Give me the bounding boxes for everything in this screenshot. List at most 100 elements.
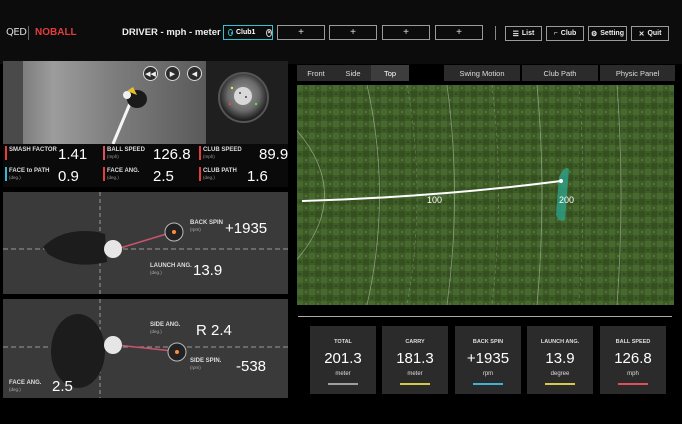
ball-speed-value: 126.8: [153, 146, 191, 163]
back-spin-label: BACK SPIN (rpm): [190, 220, 223, 233]
logo-divider: [28, 26, 29, 40]
club-path-label-text: CLUB PATH: [203, 168, 237, 174]
card-value: +1935: [466, 350, 510, 367]
golf-field-diagram: 100 200: [297, 85, 674, 305]
ball-speed-label-text: BALL SPEED: [107, 147, 145, 153]
mode-label: NOBALL: [35, 27, 77, 38]
card-title: BALL SPEED: [615, 339, 651, 345]
side-spin-label-text: SIDE SPIN.: [190, 358, 222, 364]
summary-card-carry: CARRY 181.3 meter: [382, 326, 448, 394]
top-face-ang-label: FACE ANG. (deg.): [9, 380, 41, 393]
side-spin-value: -538: [236, 358, 267, 375]
close-icon[interactable]: ×: [266, 28, 272, 37]
summary-card-launch-ang: LAUNCH ANG. 13.9 degree: [527, 326, 593, 394]
impact-camera-view: ◀◀ ▶ ◀: [3, 61, 206, 144]
club-button[interactable]: ⌐ Club: [546, 26, 584, 41]
smash-factor-label: SMASH FACTOR: [9, 147, 57, 153]
card-unit: mph: [627, 371, 639, 377]
face-to-path-label: FACE to PATH (deg.): [9, 168, 49, 181]
card-unit: rpm: [482, 371, 494, 377]
add-tab-button-1[interactable]: +: [277, 25, 325, 40]
top-bar: QED NOBALL DRIVER - mph - meter Club1 × …: [0, 0, 682, 64]
marker-200: 200: [559, 195, 574, 205]
launch-ang-value: 13.9: [193, 262, 223, 279]
card-underline: [400, 383, 430, 385]
card-underline: [618, 383, 648, 385]
card-value: 201.3: [324, 350, 362, 367]
launch-ang-label: LAUNCH ANG. (deg.): [150, 263, 192, 276]
ball-speed-unit: (mph): [107, 153, 119, 159]
trajectory-field-view: 100 200: [297, 85, 674, 305]
tab-physic-panel[interactable]: Physic Panel: [600, 65, 675, 81]
gear-icon: ⚙: [590, 30, 598, 38]
side-ang-label: SIDE ANG. (deg.): [150, 322, 180, 335]
summary-card-ball-speed: BALL SPEED 126.8 mph: [600, 326, 666, 394]
tab-side[interactable]: Side: [335, 65, 371, 81]
setting-button[interactable]: ⚙ Setting: [588, 26, 627, 41]
shot-stats: SMASH FACTOR 1.41 BALL SPEED (mph) 126.8…: [3, 144, 288, 187]
top-face-ang-label-text: FACE ANG.: [9, 380, 42, 386]
launch-ang-label-text: LAUNCH ANG.: [150, 263, 192, 269]
card-unit: meter: [335, 371, 351, 377]
close-icon: ✕: [638, 30, 645, 38]
tab-swing-motion[interactable]: Swing Motion: [444, 65, 520, 81]
tab-club-path[interactable]: Club Path: [522, 65, 598, 81]
face-to-path-unit: (deg.): [9, 174, 21, 180]
card-value: 13.9: [545, 350, 575, 367]
summary-card-total: TOTAL 201.3 meter: [310, 326, 376, 394]
radio-dot-icon: [228, 29, 233, 36]
side-spin-label: SIDE SPIN. (rpm): [190, 358, 221, 371]
header-divider: [495, 26, 496, 40]
club-title: DRIVER - mph - meter: [122, 27, 221, 38]
card-underline: [545, 383, 575, 385]
card-value: 126.8: [614, 350, 652, 367]
card-value: 181.3: [396, 350, 434, 367]
face-to-path-label-text: FACE to PATH: [9, 168, 50, 174]
add-tab-button-2[interactable]: +: [329, 25, 377, 40]
club-path-value: 1.6: [247, 168, 268, 185]
club-button-label: Club: [560, 30, 577, 37]
card-underline: [473, 383, 503, 385]
list-button-label: List: [521, 30, 535, 37]
club-speed-label-text: CLUB SPEED: [203, 147, 242, 153]
side-spin-unit: (rpm): [190, 364, 201, 370]
rewind-icon[interactable]: ◀◀: [143, 66, 158, 81]
club-speed-unit: (mph): [203, 153, 215, 159]
play-icon[interactable]: ▶: [165, 66, 180, 81]
ball-zoom-view: [218, 72, 269, 123]
tab-club1[interactable]: Club1 ×: [223, 25, 273, 40]
ball-closeup-image: [228, 86, 258, 106]
back-icon[interactable]: ◀: [187, 66, 202, 81]
tab-club1-label: Club1: [235, 29, 256, 36]
tab-front[interactable]: Front: [297, 65, 335, 81]
marker-100: 100: [427, 195, 442, 205]
back-spin-label-text: BACK SPIN: [190, 220, 224, 226]
back-spin-value: +1935: [225, 220, 268, 237]
club-speed-label: CLUB SPEED (mph): [203, 147, 242, 160]
stat-indicator: [103, 146, 105, 160]
ball-speed-label: BALL SPEED (mph): [107, 147, 145, 160]
club-path-label: CLUB PATH (deg.): [203, 168, 237, 181]
tab-top[interactable]: Top: [371, 65, 409, 81]
summary-divider: [298, 316, 672, 317]
face-ang-label-text: FACE ANG.: [107, 168, 140, 174]
list-icon: ☰: [512, 30, 519, 38]
face-ang-value: 2.5: [153, 168, 174, 185]
launch-ang-unit: (deg.): [150, 269, 162, 275]
stat-indicator: [103, 167, 105, 181]
club-path-unit: (deg.): [203, 174, 215, 180]
card-unit: degree: [550, 371, 570, 377]
club-speed-value: 89.9: [259, 146, 289, 163]
top-face-ang-unit: (deg.): [9, 386, 21, 392]
quit-button[interactable]: ✕ Quit: [631, 26, 669, 41]
side-ang-label-text: SIDE ANG.: [150, 322, 181, 328]
list-button[interactable]: ☰ List: [505, 26, 542, 41]
add-tab-button-3[interactable]: +: [382, 25, 430, 40]
top-view-panel: SIDE ANG. (deg.) R 2.4 SIDE SPIN. (rpm) …: [3, 299, 288, 398]
face-ang-label: FACE ANG. (deg.): [107, 168, 139, 181]
top-view-diagram: [3, 299, 288, 398]
card-title: TOTAL: [334, 339, 352, 345]
add-tab-button-4[interactable]: +: [435, 25, 483, 40]
card-unit: meter: [407, 371, 423, 377]
stat-indicator: [5, 146, 7, 160]
